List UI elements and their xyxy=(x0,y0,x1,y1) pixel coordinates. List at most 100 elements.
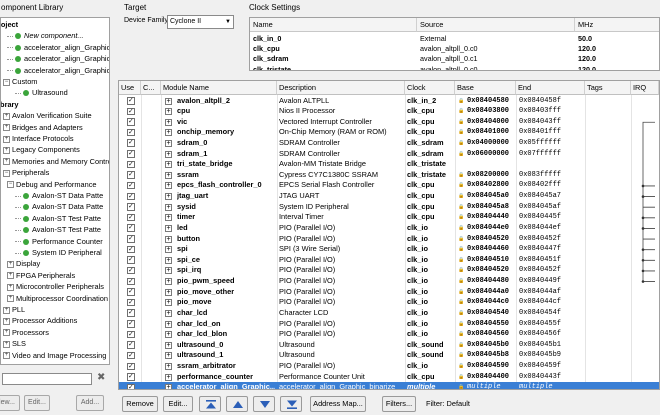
use-checkbox[interactable]: ✓ xyxy=(127,245,135,254)
module-row[interactable]: ✓ + pio_pwm_speed PIO (Parallel I/O) clk_io 🔒… xyxy=(119,276,659,287)
lock-icon[interactable]: 🔒 xyxy=(458,140,464,146)
use-checkbox[interactable]: ✓ xyxy=(127,150,135,158)
new-button[interactable]: lew... xyxy=(0,395,20,411)
expand-icon[interactable]: + xyxy=(3,135,10,143)
tree-node[interactable]: + PLL xyxy=(3,304,25,315)
lock-icon[interactable]: 🔒 xyxy=(458,204,464,210)
expand-icon[interactable]: + xyxy=(3,112,10,120)
tree-node[interactable]: New component... xyxy=(7,30,84,41)
expand-icon[interactable]: + xyxy=(165,139,172,147)
use-checkbox[interactable]: ✓ xyxy=(127,192,135,201)
library-tree[interactable]: roject New component... accelerator_align_… xyxy=(0,17,110,365)
expand-icon[interactable]: + xyxy=(7,260,14,268)
tree-node[interactable]: Ultrasound xyxy=(15,87,68,98)
module-row[interactable]: ✓ + led PIO (Parallel I/O) clk_io 🔒 0x084044e0… xyxy=(119,223,659,234)
tree-node[interactable]: + Processors xyxy=(3,327,49,338)
tree-node[interactable]: − Debug and Performance xyxy=(7,179,97,190)
move-up-button[interactable] xyxy=(226,396,248,412)
expand-icon[interactable]: + xyxy=(165,182,172,190)
expand-icon[interactable]: + xyxy=(165,246,172,254)
tree-node[interactable]: − Peripherals xyxy=(3,167,49,178)
remove-button[interactable]: Remove xyxy=(122,396,158,412)
collapse-icon[interactable]: − xyxy=(3,78,10,86)
use-checkbox[interactable]: ✓ xyxy=(127,277,135,286)
expand-icon[interactable]: + xyxy=(7,272,14,280)
tree-node[interactable]: Avalon-ST Data Patte xyxy=(15,190,103,201)
module-row[interactable]: ✓ + char_lcd_blon PIO (Parallel I/O) clk_io 🔒… xyxy=(119,329,659,340)
module-row[interactable]: ✓ + spi_ce PIO (Parallel I/O) clk_io 🔒 0x08404… xyxy=(119,255,659,266)
clear-search-icon[interactable]: ✖ xyxy=(97,372,107,384)
use-checkbox[interactable]: ✓ xyxy=(127,383,135,389)
irq-connections[interactable] xyxy=(629,95,659,390)
add-button[interactable]: Add... xyxy=(76,395,104,411)
expand-icon[interactable]: + xyxy=(165,320,172,328)
expand-icon[interactable]: + xyxy=(165,118,172,126)
module-col-header[interactable]: End xyxy=(516,81,585,95)
expand-icon[interactable]: + xyxy=(7,295,14,303)
move-down-button[interactable] xyxy=(253,396,275,412)
collapse-icon[interactable]: − xyxy=(3,169,10,177)
tree-node[interactable]: + Multiprocessor Coordination xyxy=(7,293,108,304)
lock-icon[interactable]: 🔒 xyxy=(458,363,464,369)
use-checkbox[interactable]: ✓ xyxy=(127,266,135,275)
tree-node[interactable]: + Processor Additions xyxy=(3,315,77,326)
device-family-select[interactable]: Cyclone II ▼ xyxy=(167,15,234,29)
expand-icon[interactable]: + xyxy=(3,158,10,166)
module-row[interactable]: ✓ + avalon_altpll_2 Avalon ALTPLL clk_in_2 🔒 0… xyxy=(119,96,659,107)
expand-icon[interactable]: + xyxy=(165,288,172,296)
lock-icon[interactable]: 🔒 xyxy=(458,278,464,284)
lock-icon[interactable]: 🔒 xyxy=(458,352,464,358)
use-checkbox[interactable]: ✓ xyxy=(127,213,135,222)
module-row[interactable]: ✓ + sdram_1 SDRAM Controller clk_sdram 🔒 0x060… xyxy=(119,149,659,160)
expand-icon[interactable]: + xyxy=(165,235,172,243)
lock-icon[interactable]: 🔒 xyxy=(458,331,464,337)
module-col-header[interactable]: C... xyxy=(141,81,161,95)
tree-node[interactable]: accelerator_align_Graphic_p xyxy=(7,53,109,64)
module-row[interactable]: ✓ + cpu Nios II Processor clk_cpu 🔒 0x08403800… xyxy=(119,106,659,117)
expand-icon[interactable]: + xyxy=(165,214,172,222)
expand-icon[interactable]: + xyxy=(3,329,10,337)
move-to-bottom-button[interactable] xyxy=(280,396,302,412)
expand-icon[interactable]: + xyxy=(165,224,172,232)
expand-icon[interactable]: + xyxy=(165,278,172,286)
module-row[interactable]: ✓ + pio_move PIO (Parallel I/O) clk_io 🔒 0x084… xyxy=(119,297,659,308)
module-row[interactable]: ✓ + spi_irq PIO (Parallel I/O) clk_io 🔒 0x0840… xyxy=(119,265,659,276)
module-row[interactable]: ✓ + button PIO (Parallel I/O) clk_io 🔒 0x08404… xyxy=(119,234,659,245)
lock-icon[interactable]: 🔒 xyxy=(458,374,464,380)
use-checkbox[interactable]: ✓ xyxy=(127,181,135,190)
use-checkbox[interactable]: ✓ xyxy=(127,97,135,105)
use-checkbox[interactable]: ✓ xyxy=(127,128,135,137)
use-checkbox[interactable]: ✓ xyxy=(127,107,135,116)
tree-node[interactable]: + Interface Protocols xyxy=(3,133,74,144)
module-row[interactable]: ✓ + accelerator_align_Graphic... accelerato… xyxy=(119,382,659,389)
tree-node[interactable]: − Custom xyxy=(3,76,37,87)
tree-node[interactable]: +Memories and Memory Controllers xyxy=(3,156,109,167)
tree-node[interactable]: Avalon-ST Data Patte xyxy=(15,201,103,212)
edit-button[interactable]: Edit... xyxy=(163,396,193,412)
lock-icon[interactable]: 🔒 xyxy=(458,182,464,188)
use-checkbox[interactable]: ✓ xyxy=(127,256,135,264)
use-checkbox[interactable]: ✓ xyxy=(127,235,135,243)
tree-node[interactable]: Performance Counter xyxy=(15,236,103,247)
tree-node[interactable]: accelerator_align_Graphic_s xyxy=(7,65,109,76)
tree-node[interactable]: + Microcontroller Peripherals xyxy=(7,281,104,292)
tree-node[interactable]: + FPGA Peripherals xyxy=(7,270,75,281)
expand-icon[interactable]: + xyxy=(3,306,10,314)
tree-node[interactable]: + Video and Image Processing xyxy=(3,350,106,361)
module-row[interactable]: ✓ + performance_counter Performance Counter… xyxy=(119,372,659,383)
tree-node[interactable]: Avalon-ST Test Patte xyxy=(15,224,101,235)
use-checkbox[interactable]: ✓ xyxy=(127,160,135,169)
module-col-header[interactable]: Base xyxy=(455,81,516,95)
expand-icon[interactable]: + xyxy=(165,384,172,389)
expand-icon[interactable]: + xyxy=(165,193,172,201)
use-checkbox[interactable]: ✓ xyxy=(127,373,135,381)
filters-button[interactable]: Filters... xyxy=(382,396,416,412)
use-checkbox[interactable]: ✓ xyxy=(127,298,135,307)
expand-icon[interactable]: + xyxy=(3,340,10,348)
expand-icon[interactable]: + xyxy=(165,150,172,158)
expand-icon[interactable]: + xyxy=(165,171,172,179)
use-checkbox[interactable]: ✓ xyxy=(127,309,135,317)
module-row[interactable]: ✓ + epcs_flash_controller_0 EPCS Serial Fla… xyxy=(119,180,659,191)
expand-icon[interactable]: + xyxy=(165,363,172,370)
expand-icon[interactable]: + xyxy=(165,267,172,275)
